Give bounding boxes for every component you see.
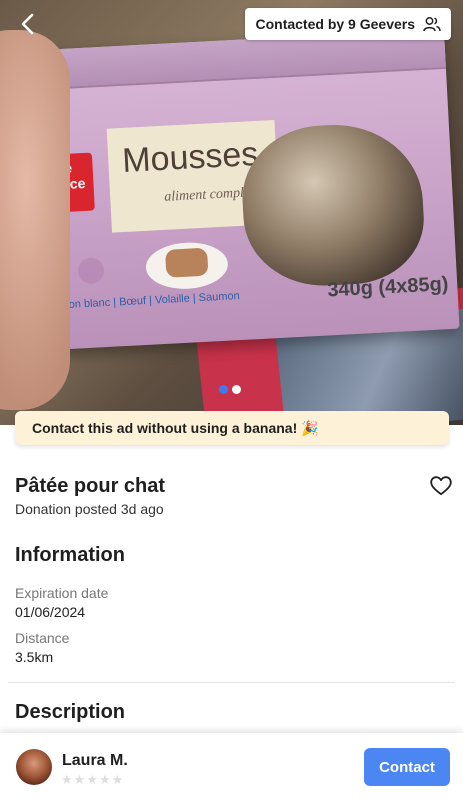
product-name-print: Mousses bbox=[121, 134, 260, 180]
people-icon bbox=[423, 17, 441, 32]
avatar[interactable] bbox=[16, 749, 52, 785]
star-icon: ★ bbox=[86, 772, 98, 787]
chevron-left-icon bbox=[21, 13, 34, 35]
bottom-action-bar: Laura M. ★ ★ ★ ★ ★ Contact bbox=[0, 733, 463, 800]
distance-label: Distance bbox=[15, 630, 70, 646]
cat-picture bbox=[238, 120, 427, 290]
seller-rating: ★ ★ ★ ★ ★ bbox=[61, 772, 123, 788]
contact-button[interactable]: Contact bbox=[364, 748, 450, 786]
information-heading: Information bbox=[15, 544, 125, 566]
seller-name[interactable]: Laura M. bbox=[62, 752, 128, 770]
listing-subtitle: Donation posted 3d ago bbox=[15, 501, 164, 517]
contacted-label: Contacted by 9 Geevers bbox=[255, 16, 415, 32]
image-pager[interactable] bbox=[219, 385, 241, 394]
food-bowl-picture bbox=[144, 240, 230, 291]
banana-promo-banner[interactable]: Contact this ad without using a banana! … bbox=[15, 411, 449, 445]
heart-outline-icon bbox=[430, 476, 452, 496]
expiration-value: 01/06/2024 bbox=[15, 604, 86, 620]
star-icon: ★ bbox=[111, 772, 124, 787]
listing-photo[interactable]: Belle France Mousses aliment complet Poi… bbox=[0, 0, 463, 425]
back-button[interactable] bbox=[14, 10, 42, 38]
section-divider bbox=[8, 682, 455, 683]
star-icon: ★ bbox=[61, 772, 73, 787]
image-pager-dot[interactable] bbox=[219, 385, 228, 394]
favorite-button[interactable] bbox=[430, 476, 452, 496]
description-heading: Description bbox=[15, 701, 126, 723]
star-icon: ★ bbox=[73, 772, 86, 787]
product-box-image: Belle France Mousses aliment complet Poi… bbox=[14, 28, 460, 352]
distance-value: 3.5km bbox=[15, 649, 54, 665]
banana-promo-text: Contact this ad without using a banana! … bbox=[32, 419, 319, 436]
image-pager-dot[interactable] bbox=[232, 385, 241, 394]
star-icon: ★ bbox=[98, 772, 111, 787]
listing-title: Pâtée pour chat bbox=[15, 475, 166, 497]
hand-holding-box bbox=[0, 30, 70, 410]
contacted-count-badge[interactable]: Contacted by 9 Geevers bbox=[245, 8, 451, 40]
expiration-label: Expiration date bbox=[15, 585, 109, 601]
